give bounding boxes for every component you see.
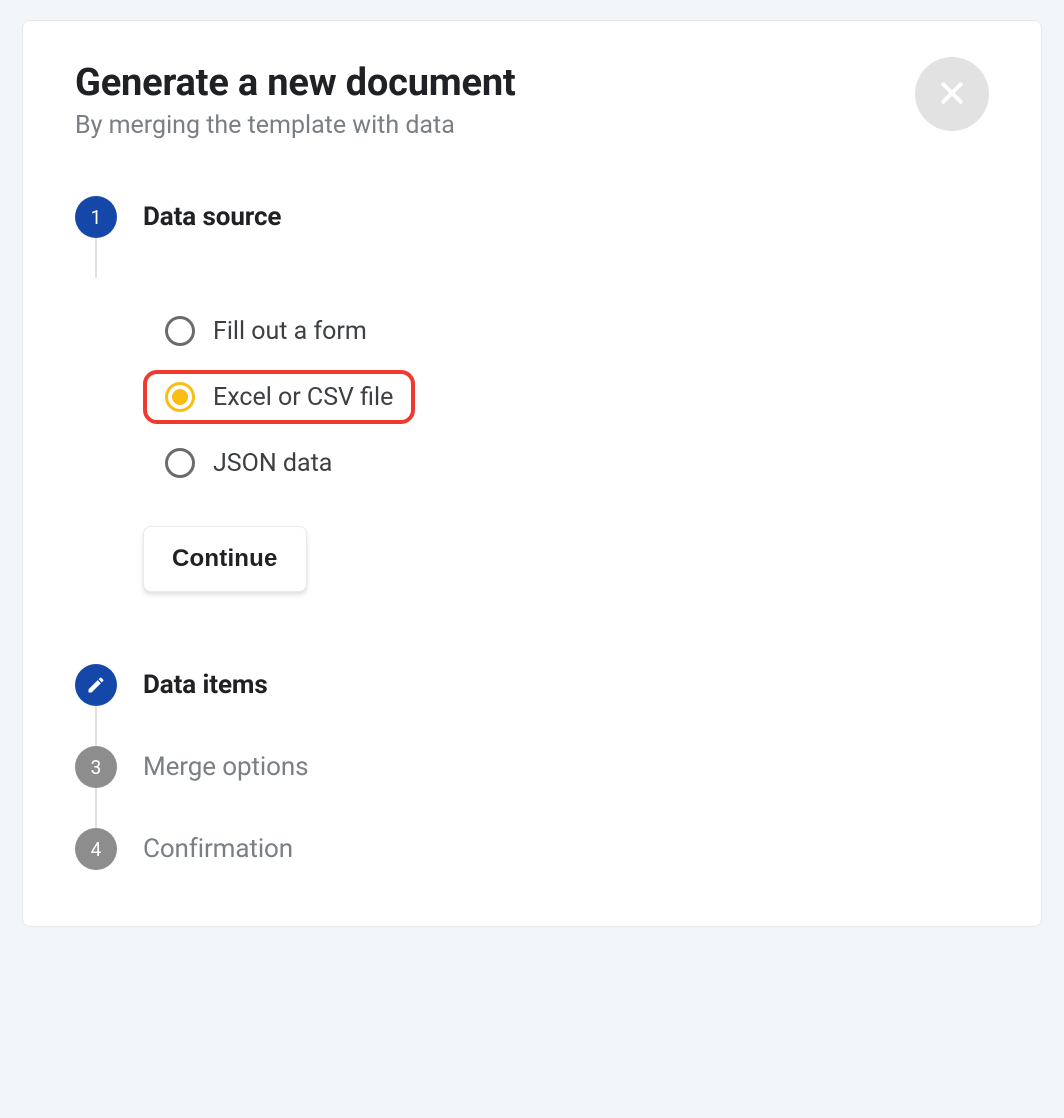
step-title: Confirmation xyxy=(143,834,989,864)
step-content: Merge options xyxy=(143,746,989,782)
step-content: Data items xyxy=(143,664,989,700)
close-icon xyxy=(937,78,967,111)
step-title: Data source xyxy=(143,202,989,232)
radio-dot xyxy=(172,389,188,405)
step-edit-badge xyxy=(75,664,117,706)
generate-document-dialog: Generate a new document By merging the t… xyxy=(22,20,1042,927)
step-number: 1 xyxy=(91,206,102,229)
step-connector xyxy=(95,788,97,828)
step-number-badge: 3 xyxy=(75,746,117,788)
step-number-badge: 1 xyxy=(75,196,117,238)
radio-icon xyxy=(165,382,195,412)
step-indicator: 3 xyxy=(75,746,117,828)
step-title: Data items xyxy=(143,670,989,700)
dialog-subtitle: By merging the template with data xyxy=(75,111,915,140)
step-connector xyxy=(95,238,97,278)
step-title: Merge options xyxy=(143,752,989,782)
radio-icon xyxy=(165,448,195,478)
dialog-header: Generate a new document By merging the t… xyxy=(75,61,989,140)
step-connector xyxy=(95,706,97,746)
step-indicator: 1 xyxy=(75,196,117,278)
continue-button[interactable]: Continue xyxy=(143,526,307,592)
stepper: 1 Data source Fill out a form xyxy=(75,196,989,870)
step-body: Fill out a form Excel or CSV file JSON d… xyxy=(143,304,989,592)
radio-label: Excel or CSV file xyxy=(213,383,393,412)
step-number: 4 xyxy=(91,838,102,861)
step-content: Confirmation xyxy=(143,828,989,864)
step-confirmation[interactable]: 4 Confirmation xyxy=(75,828,989,870)
radio-fill-form[interactable]: Fill out a form xyxy=(143,304,389,358)
data-source-radio-group: Fill out a form Excel or CSV file JSON d… xyxy=(143,304,989,490)
dialog-titles: Generate a new document By merging the t… xyxy=(75,61,915,140)
step-number: 3 xyxy=(91,756,102,779)
step-merge-options[interactable]: 3 Merge options xyxy=(75,746,989,828)
radio-label: Fill out a form xyxy=(213,317,367,346)
step-data-items[interactable]: Data items xyxy=(75,664,989,746)
radio-icon xyxy=(165,316,195,346)
pencil-icon xyxy=(86,675,106,695)
radio-json[interactable]: JSON data xyxy=(143,436,354,490)
step-indicator: 4 xyxy=(75,828,117,870)
step-data-source: 1 Data source Fill out a form xyxy=(75,196,989,664)
step-number-badge: 4 xyxy=(75,828,117,870)
step-content: Data source Fill out a form Excel or CSV… xyxy=(143,196,989,664)
radio-label: JSON data xyxy=(213,449,332,478)
close-button[interactable] xyxy=(915,57,989,131)
dialog-title: Generate a new document xyxy=(75,61,915,105)
radio-excel-csv[interactable]: Excel or CSV file xyxy=(143,370,415,424)
step-indicator xyxy=(75,664,117,746)
